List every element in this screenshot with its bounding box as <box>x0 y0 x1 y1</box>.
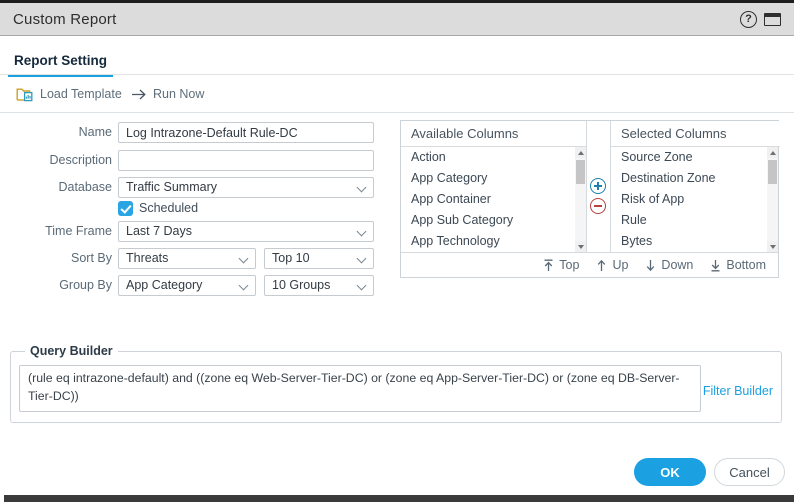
time-frame-select[interactable]: Last 7 Days <box>118 221 374 242</box>
chevron-down-icon <box>357 183 367 193</box>
sort-by-select[interactable]: Threats <box>118 248 256 269</box>
run-now-arrow-icon <box>131 88 147 101</box>
run-now-button[interactable]: Run Now <box>131 85 204 103</box>
description-input[interactable] <box>118 150 374 171</box>
remove-column-icon[interactable] <box>590 198 606 214</box>
available-column-item[interactable]: App Sub Category <box>401 210 575 231</box>
chevron-down-icon <box>357 254 367 264</box>
chevron-down-icon <box>357 227 367 237</box>
name-input[interactable] <box>118 122 374 143</box>
ok-button[interactable]: OK <box>634 458 706 486</box>
custom-report-dialog: Custom Report ? Report Setting Load Temp… <box>0 0 794 502</box>
move-down-label: Down <box>661 258 693 272</box>
chevron-down-icon <box>239 281 249 291</box>
selected-column-item[interactable]: Destination Zone <box>611 168 768 189</box>
database-value: Traffic Summary <box>126 180 217 194</box>
scroll-down-icon[interactable] <box>575 241 586 252</box>
time-frame-label: Time Frame <box>0 221 112 242</box>
selected-column-item[interactable]: Risk of App <box>611 189 768 210</box>
selected-columns-scrollbar[interactable] <box>767 147 778 252</box>
scrollbar-thumb[interactable] <box>576 160 585 184</box>
sort-by-label: Sort By <box>0 248 112 269</box>
cancel-button[interactable]: Cancel <box>714 458 785 486</box>
background-page-bottom-strip <box>4 495 794 502</box>
panel-divider <box>586 121 587 252</box>
available-column-item[interactable]: App Category <box>401 168 575 189</box>
titlebar-icons: ? <box>740 11 781 28</box>
move-bottom-button[interactable]: Bottom <box>710 258 766 272</box>
available-column-item[interactable]: Action <box>401 147 575 168</box>
move-top-label: Top <box>559 258 579 272</box>
scrollbar-thumb[interactable] <box>768 160 777 184</box>
move-buttons-bar: Top Up Down Bottom <box>401 252 778 277</box>
available-columns-scrollbar[interactable] <box>575 147 586 252</box>
available-column-item[interactable]: App Technology <box>401 231 575 252</box>
selected-columns-list: Source ZoneDestination ZoneRisk of AppRu… <box>611 147 768 252</box>
arrow-to-top-icon <box>543 259 554 272</box>
add-column-icon[interactable] <box>590 178 606 194</box>
arrow-up-icon <box>596 259 607 272</box>
available-columns-header: Available Columns <box>401 121 586 147</box>
selected-column-item[interactable]: Rule <box>611 210 768 231</box>
scroll-up-icon[interactable] <box>767 147 778 158</box>
columns-picker: Available Columns ActionApp CategoryApp … <box>400 120 779 278</box>
sort-by-top-select[interactable]: Top 10 <box>264 248 374 269</box>
group-by-select[interactable]: App Category <box>118 275 256 296</box>
scheduled-checkbox[interactable] <box>118 201 133 216</box>
scroll-up-icon[interactable] <box>575 147 586 158</box>
load-template-label: Load Template <box>40 87 122 101</box>
database-label: Database <box>0 177 112 198</box>
move-bottom-label: Bottom <box>726 258 766 272</box>
chevron-down-icon <box>357 281 367 291</box>
time-frame-value: Last 7 Days <box>126 224 192 238</box>
move-up-label: Up <box>612 258 628 272</box>
available-columns-list: ActionApp CategoryApp ContainerApp Sub C… <box>401 147 575 252</box>
dialog-titlebar: Custom Report ? <box>0 3 794 36</box>
toolbar-divider <box>0 112 794 113</box>
selected-column-item[interactable]: Source Zone <box>611 147 768 168</box>
description-label: Description <box>0 150 112 171</box>
selected-column-item[interactable]: Bytes <box>611 231 768 252</box>
run-now-label: Run Now <box>153 87 204 101</box>
filter-builder-link[interactable]: Filter Builder <box>703 384 773 398</box>
sort-by-top-value: Top 10 <box>272 251 310 265</box>
arrow-to-bottom-icon <box>710 259 721 272</box>
group-by-value: App Category <box>126 278 202 292</box>
database-select[interactable]: Traffic Summary <box>118 177 374 198</box>
scroll-down-icon[interactable] <box>767 241 778 252</box>
scheduled-label: Scheduled <box>139 201 198 216</box>
name-label: Name <box>0 122 112 143</box>
window-restore-icon[interactable] <box>764 13 781 26</box>
query-builder-group: Query Builder (rule eq intrazone-default… <box>10 351 782 423</box>
available-column-item[interactable]: App Container <box>401 189 575 210</box>
load-template-button[interactable]: Load Template <box>16 85 122 103</box>
tabrow-divider <box>0 74 794 75</box>
selected-columns-header: Selected Columns <box>611 121 780 147</box>
help-icon[interactable]: ? <box>740 11 757 28</box>
group-by-label: Group By <box>0 275 112 296</box>
group-by-groups-select[interactable]: 10 Groups <box>264 275 374 296</box>
group-by-groups-value: 10 Groups <box>272 278 330 292</box>
dialog-title: Custom Report <box>13 11 116 28</box>
move-top-button[interactable]: Top <box>543 258 579 272</box>
move-up-button[interactable]: Up <box>596 258 628 272</box>
chevron-down-icon <box>239 254 249 264</box>
load-template-folder-icon <box>16 87 34 102</box>
query-input[interactable]: (rule eq intrazone-default) and ((zone e… <box>19 365 701 412</box>
query-builder-legend: Query Builder <box>25 344 118 358</box>
move-down-button[interactable]: Down <box>645 258 693 272</box>
arrow-down-icon <box>645 259 656 272</box>
sort-by-value: Threats <box>126 251 168 265</box>
